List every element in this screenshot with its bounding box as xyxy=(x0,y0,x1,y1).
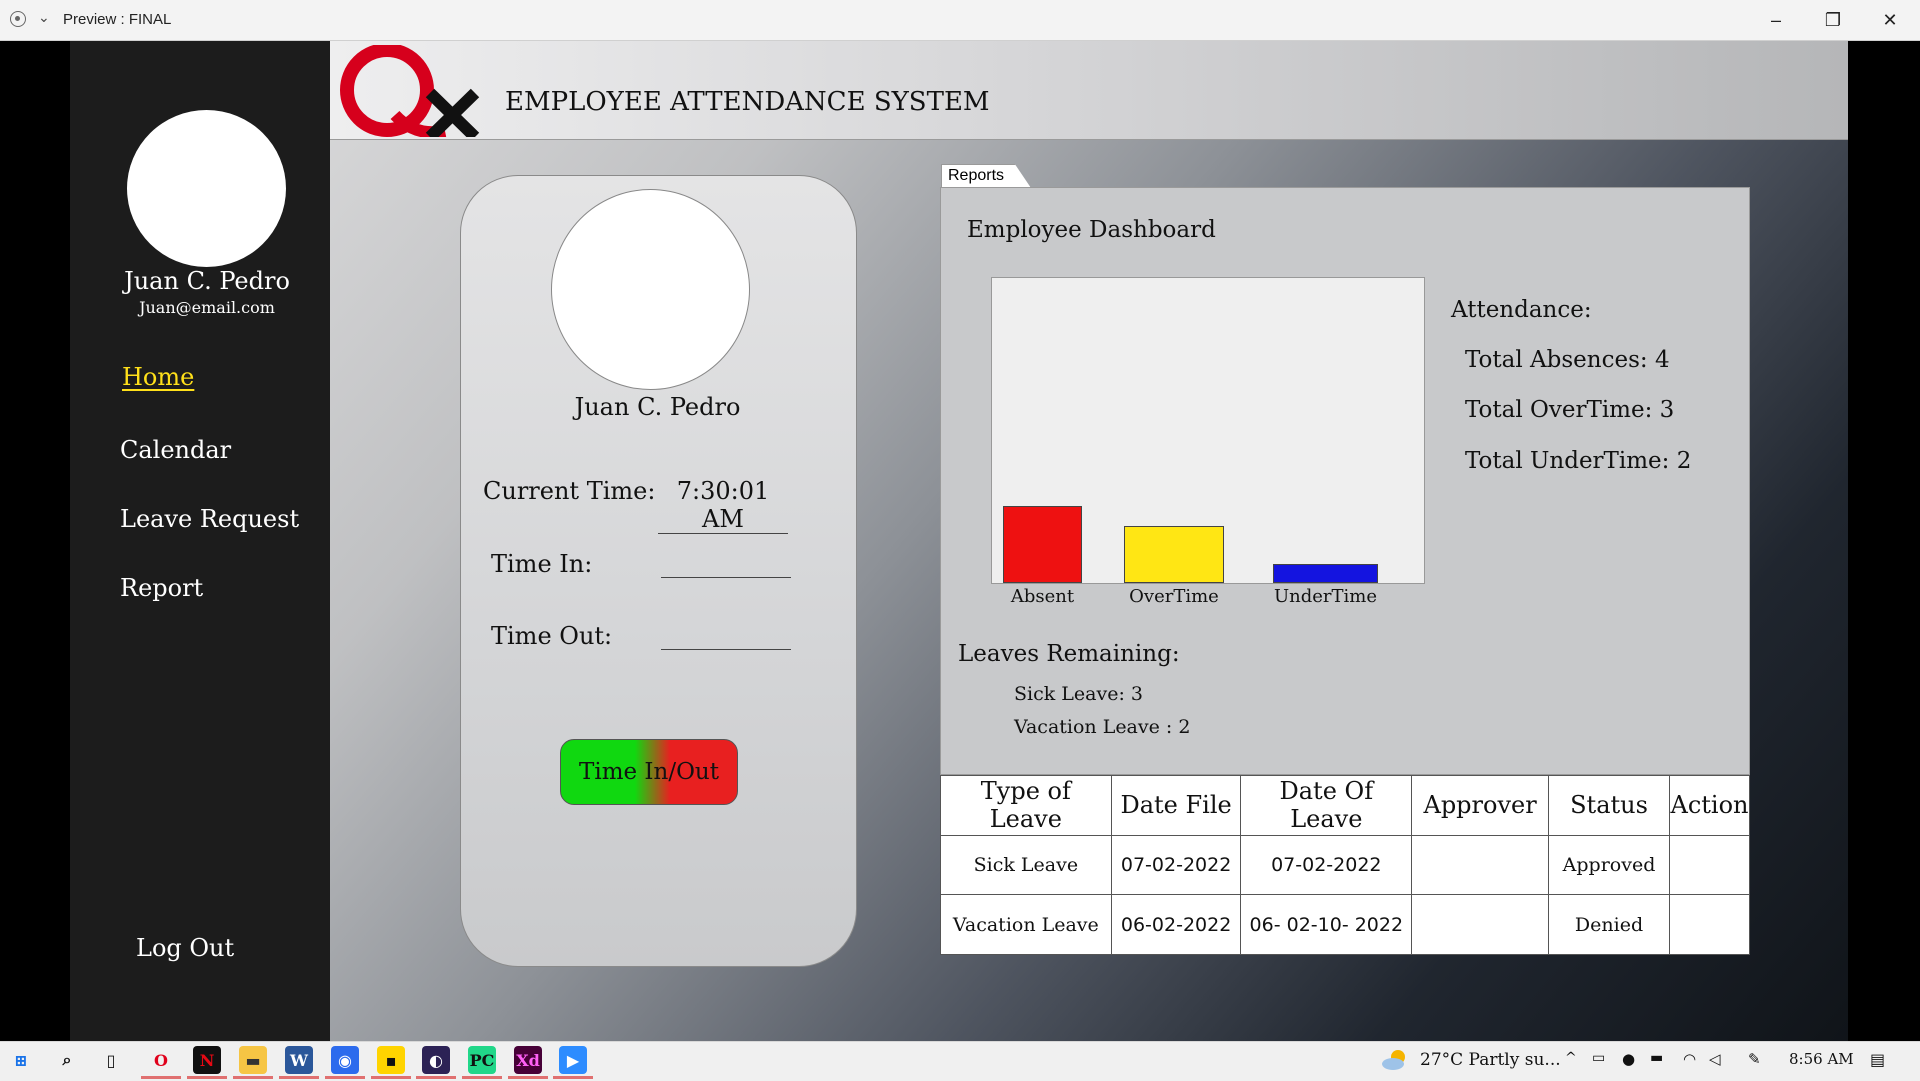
action-cell[interactable] xyxy=(1668,894,1751,955)
notification-icon[interactable]: ▤ xyxy=(1870,1050,1885,1069)
opera-icon[interactable]: O xyxy=(147,1046,175,1074)
action-cell[interactable] xyxy=(1668,834,1751,896)
sidebar-item-report[interactable]: Report xyxy=(120,574,203,602)
sick-leave-remaining: Sick Leave: 3 xyxy=(1014,683,1143,705)
search-icon[interactable]: ⌕ xyxy=(53,1046,81,1074)
sidebar-avatar xyxy=(127,110,286,267)
x-tick-label: UnderTime xyxy=(1273,586,1378,607)
card-user-name: Juan C. Pedro xyxy=(574,393,741,421)
pycharm-icon[interactable]: PC xyxy=(468,1046,496,1074)
weather-icon[interactable] xyxy=(1381,1048,1409,1072)
time-in-field xyxy=(661,550,791,578)
time-in-label: Time In: xyxy=(491,550,593,578)
chevron-up-icon[interactable]: ^ xyxy=(1565,1050,1577,1066)
date-of-leave-cell: 06- 02-10- 2022 xyxy=(1240,894,1413,955)
minimize-button[interactable]: – xyxy=(1748,0,1804,40)
battery-icon[interactable]: ▬ xyxy=(1650,1050,1663,1066)
microphone-icon[interactable]: ● xyxy=(1622,1050,1635,1068)
weather-text[interactable]: 27°C Partly su... xyxy=(1420,1050,1561,1070)
leave-type-cell: Vacation Leave xyxy=(940,894,1112,955)
close-button[interactable]: ✕ xyxy=(1862,0,1918,40)
status-cell: Denied xyxy=(1548,894,1670,955)
wifi-icon[interactable]: ◠ xyxy=(1683,1050,1696,1068)
running-indicator xyxy=(141,1076,181,1079)
chevron-down-icon[interactable]: ⌄ xyxy=(38,9,50,26)
total-overtime: Total OverTime: 3 xyxy=(1465,397,1675,423)
running-indicator xyxy=(325,1076,365,1079)
running-indicator xyxy=(279,1076,319,1079)
logout-button[interactable]: Log Out xyxy=(136,934,234,962)
x-tick-label: Absent xyxy=(1010,586,1075,607)
pen-icon[interactable]: ✎ xyxy=(1748,1050,1761,1068)
sidebar-item-home[interactable]: Home xyxy=(122,363,194,391)
column-header: Action xyxy=(1668,775,1751,836)
eclipse-icon[interactable]: ◐ xyxy=(422,1046,450,1074)
status-cell: Approved xyxy=(1548,834,1670,896)
window-title: Preview : FINAL xyxy=(63,11,172,28)
system-title: EMPLOYEE ATTENDANCE SYSTEM xyxy=(505,87,990,117)
table-row: Sick Leave 07-02-2022 07-02-2022 Approve… xyxy=(940,834,1751,896)
x-tick-label: OverTime xyxy=(1129,586,1219,607)
netflix-icon[interactable]: N xyxy=(193,1046,221,1074)
column-header: Approver xyxy=(1411,775,1550,836)
logo xyxy=(335,43,495,142)
card-avatar xyxy=(551,189,750,390)
bar-absent xyxy=(1003,506,1082,583)
date-file-cell: 06-02-2022 xyxy=(1110,894,1242,955)
sidebar-user-email: Juan@email.com xyxy=(139,298,275,317)
word-icon[interactable]: W xyxy=(285,1046,313,1074)
running-indicator xyxy=(371,1076,411,1079)
current-time-value: 7:30:01 AM xyxy=(658,477,788,534)
sidebar-item-leave-request[interactable]: Leave Request xyxy=(120,505,299,533)
running-indicator xyxy=(462,1076,502,1079)
app-icon xyxy=(10,11,26,27)
volume-icon[interactable]: ◁ xyxy=(1709,1050,1721,1068)
time-out-label: Time Out: xyxy=(491,622,613,650)
running-indicator xyxy=(187,1076,227,1079)
date-file-cell: 07-02-2022 xyxy=(1110,834,1242,896)
file-explorer-icon[interactable]: ▬ xyxy=(239,1046,267,1074)
leave-type-cell: Sick Leave xyxy=(940,834,1112,896)
running-indicator xyxy=(553,1076,593,1079)
meet-now-icon[interactable]: ▭ xyxy=(1592,1050,1605,1066)
current-time-label: Current Time: xyxy=(483,477,656,505)
dashboard-title: Employee Dashboard xyxy=(967,217,1216,243)
table-header-row: Type of Leave Date File Date Of Leave Ap… xyxy=(940,775,1751,836)
running-indicator xyxy=(508,1076,548,1079)
running-indicator xyxy=(233,1076,273,1079)
sidebar-user-name: Juan C. Pedro xyxy=(124,267,290,295)
vacation-leave-remaining: Vacation Leave : 2 xyxy=(1014,716,1191,738)
total-absences: Total Absences: 4 xyxy=(1465,347,1670,373)
bar-overtime xyxy=(1124,526,1224,583)
sidebar-item-calendar[interactable]: Calendar xyxy=(120,436,231,464)
time-in-out-button[interactable]: Time In/Out xyxy=(560,739,738,805)
approver-cell xyxy=(1411,834,1550,896)
total-undertime: Total UnderTime: 2 xyxy=(1465,448,1692,474)
approver-cell xyxy=(1411,894,1550,955)
leaves-remaining-title: Leaves Remaining: xyxy=(958,641,1180,667)
adobe-xd-icon[interactable]: Xd xyxy=(514,1046,542,1074)
leave-table: Type of Leave Date File Date Of Leave Ap… xyxy=(940,775,1751,955)
taskbar-clock[interactable]: 8:56 AM xyxy=(1789,1050,1854,1068)
task-view-icon[interactable]: ▯ xyxy=(97,1046,125,1074)
attendance-title: Attendance: xyxy=(1451,297,1592,323)
column-header: Type of Leave xyxy=(940,775,1112,836)
table-row: Vacation Leave 06-02-2022 06- 02-10- 202… xyxy=(940,894,1751,955)
sticky-notes-icon[interactable]: ▪ xyxy=(377,1046,405,1074)
column-header: Date File xyxy=(1110,775,1242,836)
bar-undertime xyxy=(1273,564,1378,583)
zoom-icon[interactable]: ▶ xyxy=(559,1046,587,1074)
window-title-bar: ⌄ Preview : FINAL – ❐ ✕ xyxy=(0,0,1920,41)
column-header: Status xyxy=(1548,775,1670,836)
time-out-field xyxy=(661,622,791,650)
restore-button[interactable]: ❐ xyxy=(1805,0,1861,40)
signal-icon[interactable]: ◉ xyxy=(331,1046,359,1074)
start-icon[interactable]: ⊞ xyxy=(7,1046,35,1074)
column-header: Date Of Leave xyxy=(1240,775,1413,836)
running-indicator xyxy=(416,1076,456,1079)
date-of-leave-cell: 07-02-2022 xyxy=(1240,834,1413,896)
